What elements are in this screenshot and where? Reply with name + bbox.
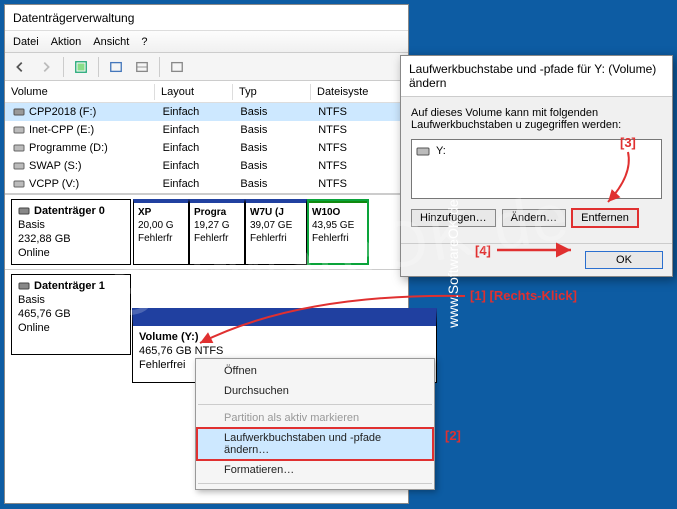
cell-type: Basis <box>234 106 312 118</box>
col-layout[interactable]: Layout <box>155 84 233 100</box>
volume-banner-name: Volume (Y:) <box>139 330 430 344</box>
disk-icon <box>13 124 25 136</box>
cell-fs: NTFS <box>312 124 408 136</box>
table-row[interactable]: CPP2018 (F:) Einfach Basis NTFS <box>5 103 408 121</box>
toolbar-sep <box>63 57 64 77</box>
ctx-browse[interactable]: Durchsuchen <box>196 381 434 401</box>
add-button[interactable]: Hinzufügen… <box>411 209 496 227</box>
cell-fs: NTFS <box>312 178 408 190</box>
disk-size: 465,76 GB <box>18 307 124 321</box>
cell-type: Basis <box>234 124 312 136</box>
cell-volume: Programme (D:) <box>29 142 108 154</box>
cell-layout: Einfach <box>157 178 235 190</box>
disk-partitions: XP 20,00 G Fehlerfr Progra 19,27 G Fehle… <box>133 199 402 265</box>
toolbar-sep <box>159 57 160 77</box>
ctx-mark-active: Partition als aktiv markieren <box>196 408 434 428</box>
menu-action[interactable]: Aktion <box>51 36 82 48</box>
annotation-1: [1] [Rechts-Klick] <box>470 288 577 303</box>
menubar: Datei Aktion Ansicht ? <box>5 31 408 53</box>
annotation-4: [4] <box>475 243 491 258</box>
cell-layout: Einfach <box>157 142 235 154</box>
toolbar <box>5 53 408 81</box>
disk-icon <box>13 160 25 172</box>
disk-label[interactable]: Datenträger 0 Basis 232,88 GB Online <box>11 199 131 265</box>
cell-layout: Einfach <box>157 106 235 118</box>
menu-view[interactable]: Ansicht <box>93 36 129 48</box>
partition[interactable]: Progra 19,27 G Fehlerfr <box>189 199 245 265</box>
ctx-change-drive-letter[interactable]: Laufwerkbuchstaben und -pfade ändern… <box>196 427 434 461</box>
menu-file[interactable]: Datei <box>13 36 39 48</box>
disk-size: 232,88 GB <box>18 232 124 246</box>
cell-volume: SWAP (S:) <box>29 160 82 172</box>
cell-fs: NTFS <box>312 160 408 172</box>
col-type[interactable]: Typ <box>233 84 311 100</box>
ctx-sep <box>198 483 432 484</box>
disk-title: Datenträger 0 <box>18 204 124 218</box>
cell-layout: Einfach <box>157 160 235 172</box>
dialog-title: Laufwerkbuchstabe und -pfade für Y: (Vol… <box>401 56 672 97</box>
disk-title: Datenträger 1 <box>18 279 124 293</box>
change-button[interactable]: Ändern… <box>502 209 566 227</box>
col-volume[interactable]: Volume <box>5 84 155 100</box>
volume-banner-size: 465,76 GB NTFS <box>139 344 430 358</box>
table-row[interactable]: Inet-CPP (E:) Einfach Basis NTFS <box>5 121 408 139</box>
disk-kind: Basis <box>18 293 124 307</box>
toolbar-btn-1[interactable] <box>70 56 92 78</box>
cell-volume: VCPP (V:) <box>29 178 79 190</box>
cell-fs: NTFS <box>312 106 408 118</box>
table-row[interactable]: Programme (D:) Einfach Basis NTFS <box>5 139 408 157</box>
cell-type: Basis <box>234 178 312 190</box>
cell-volume: CPP2018 (F:) <box>29 106 96 118</box>
disk-status: Online <box>18 246 124 260</box>
window-title: Datenträgerverwaltung <box>5 5 408 31</box>
table-row[interactable]: VCPP (V:) Einfach Basis NTFS <box>5 175 408 193</box>
ok-button[interactable]: OK <box>585 251 663 269</box>
drive-letter: Y: <box>436 145 446 157</box>
disk-icon <box>13 142 25 154</box>
forward-button[interactable] <box>35 56 57 78</box>
drive-icon <box>416 144 430 158</box>
disk-icon <box>13 178 25 190</box>
ctx-format[interactable]: Formatieren… <box>196 460 434 480</box>
menu-help[interactable]: ? <box>141 36 147 48</box>
ctx-open[interactable]: Öffnen <box>196 361 434 381</box>
toolbar-btn-4[interactable] <box>166 56 188 78</box>
back-button[interactable] <box>9 56 31 78</box>
cell-volume: Inet-CPP (E:) <box>29 124 94 136</box>
disk-icon <box>18 280 30 292</box>
remove-button[interactable]: Entfernen <box>571 208 639 228</box>
context-menu: Öffnen Durchsuchen Partition als aktiv m… <box>195 358 435 490</box>
cell-type: Basis <box>234 142 312 154</box>
dialog-description: Auf dieses Volume kann mit folgenden Lau… <box>411 107 662 131</box>
table-row[interactable]: SWAP (S:) Einfach Basis NTFS <box>5 157 408 175</box>
cell-fs: NTFS <box>312 142 408 154</box>
ctx-sep <box>198 404 432 405</box>
partition[interactable]: W7U (J 39,07 GE Fehlerfri <box>245 199 307 265</box>
volume-table: Volume Layout Typ Dateisyste CPP2018 (F:… <box>5 81 408 194</box>
col-fs[interactable]: Dateisyste <box>311 84 407 100</box>
annotation-3: [3] <box>620 135 636 150</box>
disk-row: Datenträger 0 Basis 232,88 GB Online XP … <box>5 194 408 269</box>
volume-table-header: Volume Layout Typ Dateisyste <box>5 81 408 103</box>
disk-label[interactable]: Datenträger 1 Basis 465,76 GB Online <box>11 274 131 355</box>
partition[interactable]: W10O 43,95 GE Fehlerfri <box>307 199 369 265</box>
toolbar-sep <box>98 57 99 77</box>
disk-status: Online <box>18 321 124 335</box>
cell-type: Basis <box>234 160 312 172</box>
toolbar-btn-2[interactable] <box>105 56 127 78</box>
disk-icon <box>18 205 30 217</box>
partition[interactable]: XP 20,00 G Fehlerfr <box>133 199 189 265</box>
cell-layout: Einfach <box>157 124 235 136</box>
toolbar-btn-3[interactable] <box>131 56 153 78</box>
change-letter-dialog: Laufwerkbuchstabe und -pfade für Y: (Vol… <box>400 55 673 277</box>
disk-icon <box>13 106 25 118</box>
disk-kind: Basis <box>18 218 124 232</box>
annotation-2: [2] <box>445 428 461 443</box>
